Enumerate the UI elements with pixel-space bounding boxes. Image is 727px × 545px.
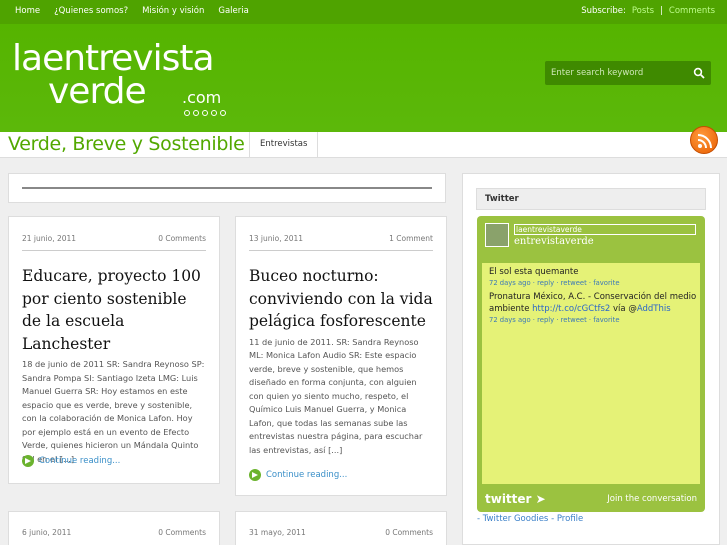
post-date: 13 junio, 2011 [249,234,304,243]
arrow-right-icon [249,469,261,481]
nav-galeria[interactable]: Galeria [211,6,255,16]
site-logo[interactable]: laentrevista verde .com [12,41,226,116]
post-date: 31 mayo, 2011 [249,528,306,537]
tweet-text: El sol esta quemante [489,267,579,277]
post-card: 21 junio, 2011 0 Comments Educare, proye… [8,216,220,484]
sidebar: Twitter laentrevistaverde entrevistaverd… [462,173,720,545]
widget-title: Twitter [476,188,706,210]
twitter-goodies-links[interactable]: - Twitter Goodies - Profile [477,514,583,524]
post-comments-link[interactable]: 0 Comments [158,234,206,243]
tweet-text-part: vía @ [610,304,637,314]
join-conversation-link[interactable]: Join the conversation [607,494,697,504]
top-navigation-bar: Home ¿Quienes somos? Misión y visión Gal… [0,0,727,24]
avatar[interactable] [485,223,509,247]
post-date: 6 junio, 2011 [22,528,72,537]
post-meta: 13 junio, 2011 1 Comment [249,217,433,251]
subscribe-label: Subscribe: [581,6,626,16]
tweet-mention[interactable]: AddThis [637,304,671,314]
arrow-right-icon [22,455,34,467]
rss-feed-icon[interactable] [690,126,718,154]
subscribe-links: Subscribe: Posts | Comments [581,6,715,16]
post-comments-link[interactable]: 0 Comments [158,528,206,537]
post-card: 31 mayo, 2011 0 Comments [235,511,447,545]
post-date: 21 junio, 2011 [22,234,77,243]
post-excerpt: 18 de junio de 2011 SR: Sandra Reynoso S… [22,359,205,464]
nav-home[interactable]: Home [8,6,47,16]
tweet-actions[interactable]: 72 days ago · reply · retweet · favorite [489,279,699,287]
search-input[interactable] [551,65,681,81]
site-tagline: Verde, Breve y Sostenible [8,133,245,155]
continue-reading-label: Continue reading... [39,456,121,466]
tweet-item: El sol esta quemante 72 days ago · reply… [489,266,699,287]
tweet-list: El sol esta quemante 72 days ago · reply… [482,263,700,484]
twitter-handle[interactable]: entrevistaverde [514,236,594,247]
post-comments-link[interactable]: 0 Comments [385,528,433,537]
continue-reading-label: Continue reading... [266,470,348,480]
tweet-text: Pronatura México, A.C. - Conservación de… [489,291,699,315]
post-meta: 21 junio, 2011 0 Comments [22,217,206,251]
bird-icon: ➤ [535,492,546,506]
post-card: 13 junio, 2011 1 Comment Buceo nocturno:… [235,216,447,496]
tagline-bar: Verde, Breve y Sostenible Entrevistas [0,132,727,158]
main-menu: Home ¿Quienes somos? Misión y visión Gal… [8,6,256,16]
search-icon[interactable] [693,67,705,79]
featured-area [8,173,446,203]
tab-entrevistas[interactable]: Entrevistas [249,132,319,158]
twitter-logo-text: twitter [485,492,532,506]
nav-mision-vision[interactable]: Misión y visión [135,6,211,16]
post-title[interactable]: Educare, proyecto 100 por ciento sosteni… [22,265,206,355]
site-header: laentrevista verde .com [0,24,727,132]
tweet-link[interactable]: http://t.co/cGCtfs2 [532,304,610,314]
logo-com: .com [182,88,222,107]
post-meta: 31 mayo, 2011 0 Comments [249,512,433,544]
posts-feed-link[interactable]: Posts [632,6,654,16]
twitter-widget: laentrevistaverde entrevistaverde El sol… [477,216,705,512]
comments-feed-link[interactable]: Comments [669,6,715,16]
nav-quienes-somos[interactable]: ¿Quienes somos? [47,6,135,16]
tweet-item: Pronatura México, A.C. - Conservación de… [489,291,699,324]
continue-reading-link[interactable]: Continue reading... [22,455,120,467]
twitter-username[interactable]: laentrevistaverde [514,224,696,235]
divider [22,187,432,189]
search-box [545,61,711,85]
post-card: 6 junio, 2011 0 Comments [8,511,220,545]
twitter-logo[interactable]: twitter ➤ [485,492,546,506]
logo-dots [184,110,226,116]
post-comments-link[interactable]: 1 Comment [389,234,433,243]
continue-reading-link[interactable]: Continue reading... [249,469,347,481]
separator: | [660,6,663,16]
post-excerpt: 11 de junio de 2011. SR: Sandra Reynoso … [249,336,423,455]
post-meta: 6 junio, 2011 0 Comments [22,512,206,544]
tweet-actions[interactable]: 72 days ago · reply · retweet · favorite [489,316,699,324]
post-title[interactable]: Buceo nocturno: conviviendo con la vida … [249,265,433,333]
